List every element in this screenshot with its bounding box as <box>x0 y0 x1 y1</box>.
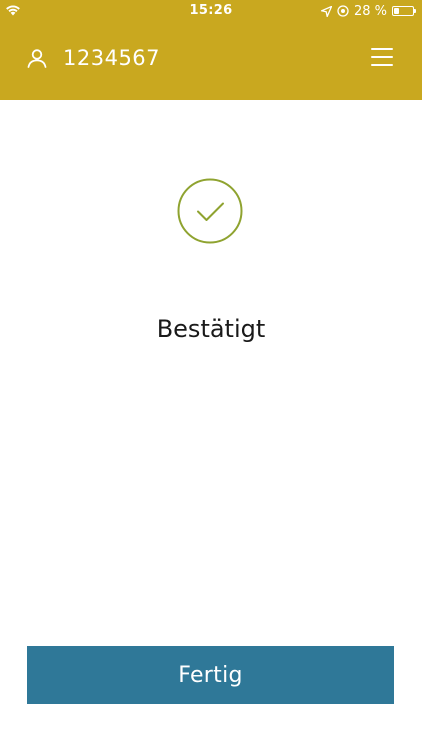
alarm-lock-icon <box>337 5 349 17</box>
confirmation-title: Bestätigt <box>156 315 266 343</box>
battery-percentage: 28 % <box>353 3 387 19</box>
person-icon <box>27 49 47 68</box>
menu-line <box>371 48 393 50</box>
done-button-label: Fertig <box>178 662 243 688</box>
status-indicators: 28 % <box>320 2 416 20</box>
done-button[interactable]: Fertig <box>27 646 394 704</box>
checkmark-circle-icon <box>177 178 243 244</box>
menu-line <box>371 64 393 66</box>
account-number: 1234567 <box>63 46 161 70</box>
app-header: 15:26 28 % 1234567 <box>0 0 422 100</box>
account-info: 1234567 <box>26 44 160 72</box>
status-bar: 15:26 28 % <box>0 0 422 24</box>
battery-level <box>394 8 399 14</box>
menu-line <box>371 56 393 58</box>
location-arrow-icon <box>320 5 332 17</box>
hamburger-menu-icon[interactable] <box>371 46 393 68</box>
battery-icon <box>392 6 416 16</box>
